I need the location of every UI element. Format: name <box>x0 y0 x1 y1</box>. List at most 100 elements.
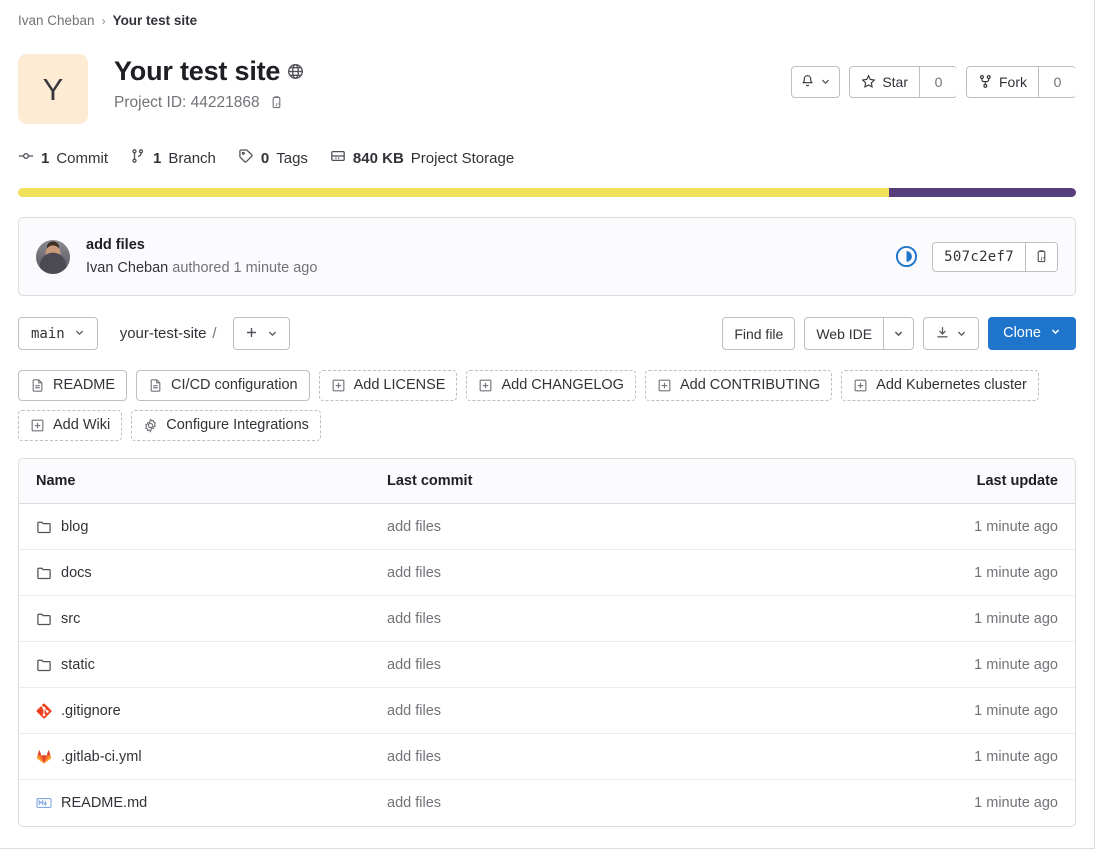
chevron-down-icon <box>1050 326 1061 341</box>
copy-project-id-icon[interactable] <box>269 95 284 110</box>
quick-action-ci-cd-configuration[interactable]: CI/CD configuration <box>136 370 310 401</box>
tag-icon <box>238 148 254 168</box>
star-button-group: Star 0 <box>849 66 957 98</box>
file-row-last-commit[interactable]: add files <box>387 611 875 627</box>
globe-icon <box>287 63 304 80</box>
gear-icon <box>143 418 158 433</box>
clone-button[interactable]: Clone <box>988 317 1076 350</box>
quick-action-add-changelog[interactable]: Add CHANGELOG <box>466 370 636 401</box>
quick-action-add-license[interactable]: Add LICENSE <box>318 370 458 401</box>
quick-action-add-wiki[interactable]: Add Wiki <box>18 410 123 441</box>
stat-tags[interactable]: 0 Tags <box>238 148 308 168</box>
fork-count[interactable]: 0 <box>1038 66 1076 98</box>
table-row[interactable]: README.md add files 1 minute ago <box>19 780 1075 826</box>
file-row-name-cell: .gitlab-ci.yml <box>19 749 387 765</box>
web-ide-button[interactable]: Web IDE <box>804 317 884 350</box>
fork-label: Fork <box>999 74 1027 90</box>
chevron-down-icon <box>956 327 967 341</box>
file-row-name-cell: static <box>19 657 387 673</box>
file-link[interactable]: README.md <box>61 795 147 811</box>
pipeline-running-icon[interactable] <box>895 245 918 268</box>
stat-branches[interactable]: 1 Branch <box>130 148 216 168</box>
column-header-last-update: Last update <box>976 473 1058 489</box>
file-row-last-commit[interactable]: add files <box>387 749 875 765</box>
find-file-button[interactable]: Find file <box>722 317 796 350</box>
table-row[interactable]: blog add files 1 minute ago <box>19 504 1075 550</box>
notification-dropdown-button[interactable] <box>791 66 841 98</box>
bell-icon <box>800 74 815 91</box>
table-row[interactable]: .gitignore add files 1 minute ago <box>19 688 1075 734</box>
table-row[interactable]: docs add files 1 minute ago <box>19 550 1075 596</box>
stat-commits-value: 1 <box>41 149 50 167</box>
commit-time: 1 minute ago <box>233 259 318 276</box>
web-ide-dropdown-button[interactable] <box>883 317 915 350</box>
plus-square-icon <box>30 418 45 433</box>
star-count[interactable]: 0 <box>919 66 957 98</box>
star-label: Star <box>882 74 908 90</box>
quick-action-add-contributing[interactable]: Add CONTRIBUTING <box>644 370 833 401</box>
stat-storage: 840 KB Project Storage <box>330 148 514 168</box>
markdown-icon <box>36 795 52 811</box>
file-tree-body: blog add files 1 minute ago docs add files 1 … <box>19 504 1075 826</box>
chevron-down-icon <box>820 75 831 89</box>
breadcrumb-current: Your test site <box>112 13 198 28</box>
stat-commits-label: Commit <box>56 149 109 167</box>
copy-sha-icon[interactable] <box>1025 242 1057 271</box>
file-link[interactable]: docs <box>61 565 92 581</box>
file-link[interactable]: blog <box>61 519 88 535</box>
quick-action-configure-integrations[interactable]: Configure Integrations <box>131 410 321 441</box>
table-row[interactable]: .gitlab-ci.yml add files 1 minute ago <box>19 734 1075 780</box>
breadcrumb: Ivan Cheban › Your test site <box>18 0 1076 28</box>
file-link[interactable]: .gitignore <box>61 703 121 719</box>
file-row-last-commit[interactable]: add files <box>387 565 875 581</box>
language-bar <box>18 188 1076 197</box>
commit-sha[interactable]: 507c2ef7 <box>933 243 1025 271</box>
plus-square-icon <box>657 378 672 393</box>
stat-commits[interactable]: 1 Commit <box>18 148 108 168</box>
star-button[interactable]: Star <box>849 66 919 98</box>
table-row[interactable]: static add files 1 minute ago <box>19 642 1075 688</box>
chevron-down-icon <box>267 327 278 341</box>
file-row-last-commit[interactable]: add files <box>387 795 875 811</box>
add-to-repo-button[interactable] <box>232 317 290 350</box>
folder-icon <box>36 611 52 627</box>
commit-sha-group: 507c2ef7 <box>932 241 1058 272</box>
column-header-last-commit: Last commit <box>387 473 473 489</box>
file-link[interactable]: static <box>61 657 95 673</box>
project-header-actions: Star 0 Fork 0 <box>791 54 1076 98</box>
fork-button[interactable]: Fork <box>966 66 1038 98</box>
file-row-last-commit[interactable]: add files <box>387 657 875 673</box>
file-row-last-update: 1 minute ago <box>974 610 1058 627</box>
repo-path-separator: / <box>212 325 217 342</box>
file-row-last-commit[interactable]: add files <box>387 703 875 719</box>
repo-actions: Find file Web IDE Clone <box>722 317 1076 350</box>
stat-tags-value: 0 <box>260 149 270 167</box>
repo-path-root[interactable]: your-test-site <box>120 325 207 342</box>
file-row-name-cell: README.md <box>19 795 387 811</box>
page-title: Your test site <box>114 56 281 86</box>
commit-author[interactable]: Ivan Cheban <box>86 260 168 276</box>
quick-action-label: CI/CD configuration <box>171 377 298 394</box>
stat-tags-label: Tags <box>276 149 308 167</box>
quick-action-readme[interactable]: README <box>18 370 128 401</box>
table-row[interactable]: src add files 1 minute ago <box>19 596 1075 642</box>
file-row-last-update: 1 minute ago <box>974 702 1058 719</box>
commit-message[interactable]: add files <box>86 236 895 255</box>
language-segment-secondary[interactable] <box>888 188 1076 197</box>
download-icon <box>935 325 950 342</box>
language-segment-primary[interactable] <box>18 188 889 197</box>
doc-icon <box>30 378 45 393</box>
file-link[interactable]: src <box>61 611 80 627</box>
project-avatar: Y <box>18 54 88 124</box>
plus-square-icon <box>478 378 493 393</box>
branch-selector[interactable]: main <box>18 317 98 350</box>
chevron-down-icon <box>74 327 85 341</box>
breadcrumb-owner[interactable]: Ivan Cheban <box>18 13 95 28</box>
file-link[interactable]: .gitlab-ci.yml <box>61 749 142 765</box>
file-row-last-update: 1 minute ago <box>974 795 1058 811</box>
file-row-last-commit[interactable]: add files <box>387 519 875 535</box>
commit-icon <box>18 148 34 168</box>
repo-path-breadcrumb: your-test-site / <box>120 325 217 342</box>
quick-action-add-kubernetes-cluster[interactable]: Add Kubernetes cluster <box>841 370 1039 401</box>
download-dropdown-button[interactable] <box>923 317 980 350</box>
